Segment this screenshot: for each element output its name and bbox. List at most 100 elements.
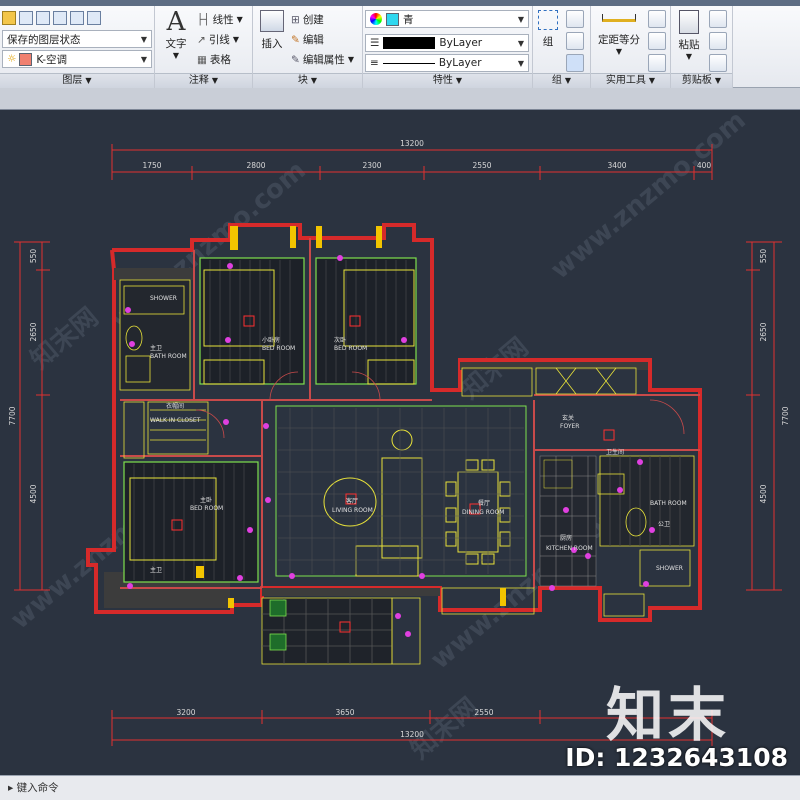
dim-left-total: 7700 bbox=[8, 406, 17, 425]
dim-bottom-1: 3200 bbox=[176, 708, 195, 717]
bath-2-cn-label: 公卫 bbox=[658, 521, 670, 528]
linear-dim-button[interactable]: ├┤ 线性 ▼ bbox=[197, 10, 243, 29]
edit-block-button[interactable]: ✎ 编辑 bbox=[291, 30, 324, 49]
kitchen-en-label: KITCHEN ROOM bbox=[546, 545, 593, 552]
dim-top-total: 13200 bbox=[400, 139, 424, 148]
svg-text:知末网: 知末网 bbox=[405, 692, 484, 765]
dim-top-1: 1750 bbox=[142, 161, 161, 170]
dining-en-label: DINING ROOM bbox=[462, 509, 504, 516]
dim-right-3: 4500 bbox=[759, 484, 768, 503]
bath-1-en-label: BATH ROOM bbox=[150, 353, 187, 360]
create-block-icon: ⊞ bbox=[291, 13, 300, 26]
living-en-label: LIVING ROOM bbox=[332, 507, 373, 514]
linear-dim-icon: ├┤ bbox=[197, 13, 210, 26]
leader-button[interactable]: ↗ 引线 ▼ bbox=[197, 30, 239, 49]
properties-panel: 青 ▼ ☰ ByLayer ▼ ≡ ByLayer ▼ 特性 ▼ bbox=[363, 6, 533, 88]
quick-select-icon[interactable] bbox=[648, 10, 666, 28]
living-cn-label: 客厅 bbox=[346, 497, 358, 505]
ceiling-grid bbox=[278, 408, 524, 574]
groups-panel: 组 组 ▼ bbox=[533, 6, 591, 88]
utilities-panel-title[interactable]: 实用工具 ▼ bbox=[591, 73, 670, 88]
dim-top-2: 2800 bbox=[246, 161, 265, 170]
kitchen-cn-label: 厨房 bbox=[560, 534, 572, 542]
create-block-button[interactable]: ⊞ 创建 bbox=[291, 10, 324, 29]
shower-1-label: SHOWER bbox=[150, 295, 177, 302]
lineweight-icon: ☰ bbox=[370, 37, 380, 49]
shower-2-label: SHOWER bbox=[656, 565, 683, 572]
clipboard-panel: 粘贴 ▼ 剪贴板 ▼ bbox=[671, 6, 733, 88]
master-en-label: BED ROOM bbox=[190, 505, 223, 512]
measure-divide-button[interactable]: 定距等分 ▼ bbox=[595, 14, 643, 56]
dim-bottom-3: 2550 bbox=[474, 708, 493, 717]
current-layer-combo[interactable]: ☼ K-空调 ▼ bbox=[2, 50, 152, 68]
lineweight-swatch bbox=[383, 37, 436, 49]
master-cn-label: 主卧 bbox=[200, 496, 212, 504]
color-combo[interactable]: 青 ▼ bbox=[365, 10, 529, 28]
groups-panel-title[interactable]: 组 ▼ bbox=[533, 73, 590, 88]
closet bbox=[123, 401, 209, 459]
group-button[interactable]: 组 bbox=[535, 10, 561, 49]
match-properties-icon[interactable] bbox=[709, 54, 727, 72]
closet-en-label: WALK IN CLOSET bbox=[150, 417, 201, 424]
bed-3-cn-label: 次卧 bbox=[334, 336, 346, 344]
select-all-icon[interactable] bbox=[648, 32, 666, 50]
watermark-id: ID: 1232643108 bbox=[565, 743, 788, 772]
text-button[interactable]: A 文字 ▼ bbox=[159, 8, 193, 60]
layer-off-icon[interactable] bbox=[53, 10, 67, 25]
leader-icon: ↗ bbox=[197, 33, 206, 46]
copy-icon[interactable] bbox=[709, 32, 727, 50]
bath-sign-label: 卫生间 bbox=[606, 448, 624, 456]
table-icon: ▦ bbox=[197, 53, 207, 66]
layer-tools-row bbox=[2, 8, 101, 27]
layer-color-swatch bbox=[19, 52, 33, 66]
dim-top-6: 400 bbox=[697, 161, 712, 170]
living-dining bbox=[275, 405, 527, 577]
layer-freeze-icon[interactable] bbox=[70, 10, 84, 25]
edit-attributes-icon: ✎ bbox=[291, 53, 300, 66]
file-tab-bar bbox=[0, 88, 800, 110]
command-prompt-icon: ▸ bbox=[8, 782, 17, 794]
group-edit-icon[interactable] bbox=[566, 32, 584, 50]
edit-attributes-button[interactable]: ✎ 编辑属性 ▼ bbox=[291, 50, 354, 69]
linetype-swatch bbox=[382, 62, 435, 64]
svg-text:www.znzmo.com: www.znzmo.com bbox=[545, 110, 751, 285]
annotate-panel-title[interactable]: 注释 ▼ bbox=[155, 73, 252, 88]
layer-properties-icon[interactable] bbox=[2, 10, 16, 25]
foyer-cn-label: 玄关 bbox=[562, 414, 574, 422]
layer-isolate-icon[interactable] bbox=[36, 10, 50, 25]
watermark-brand: 知末 bbox=[605, 681, 730, 749]
properties-panel-title[interactable]: 特性 ▼ bbox=[363, 73, 532, 88]
linetype-combo[interactable]: ≡ ByLayer ▼ bbox=[365, 54, 529, 72]
clipboard-panel-title[interactable]: 剪贴板 ▼ bbox=[671, 73, 732, 88]
bath-1-cn-label: 主卫 bbox=[150, 344, 162, 352]
closet-cn-label: 衣帽间 bbox=[166, 402, 184, 410]
dims-left bbox=[14, 241, 50, 591]
balcony-label: 主卫 bbox=[150, 566, 162, 574]
table-button[interactable]: ▦ 表格 bbox=[197, 50, 231, 69]
layer-state-icon[interactable] bbox=[19, 10, 33, 25]
layers-panel-title[interactable]: 图层 ▼ bbox=[0, 73, 154, 88]
command-line[interactable]: ▸ 键入命令 bbox=[0, 775, 800, 800]
paste-button[interactable]: 粘贴 ▼ bbox=[674, 10, 704, 61]
dim-top-4: 2550 bbox=[472, 161, 491, 170]
insert-button[interactable]: 插入 bbox=[256, 10, 288, 51]
chevron-down-icon: ▼ bbox=[140, 54, 147, 64]
dim-left-3: 4500 bbox=[29, 484, 38, 503]
id-point-icon[interactable] bbox=[648, 54, 666, 72]
linetype-icon: ≡ bbox=[370, 57, 379, 69]
group-select-icon[interactable] bbox=[566, 54, 584, 72]
layer-state-combo[interactable]: 保存的图层状态 ▼ bbox=[2, 30, 152, 48]
layers-panel: 保存的图层状态 ▼ ☼ K-空调 ▼ 图层 ▼ bbox=[0, 6, 155, 88]
bath-2-en-label: BATH ROOM bbox=[650, 500, 687, 507]
group-icon bbox=[538, 10, 558, 30]
cut-icon[interactable] bbox=[709, 10, 727, 28]
layer-lock-icon[interactable] bbox=[87, 10, 101, 25]
lineweight-combo[interactable]: ☰ ByLayer ▼ bbox=[365, 34, 529, 52]
command-prompt: 键入命令 bbox=[16, 782, 59, 794]
dim-top-5: 3400 bbox=[607, 161, 626, 170]
sun-icon: ☼ bbox=[7, 53, 17, 65]
measure-icon bbox=[602, 14, 636, 22]
block-panel-title[interactable]: 块 ▼ bbox=[253, 73, 362, 88]
ungroup-icon[interactable] bbox=[566, 10, 584, 28]
block-panel: 插入 ⊞ 创建 ✎ 编辑 ✎ 编辑属性 ▼ 块 ▼ bbox=[253, 6, 363, 88]
